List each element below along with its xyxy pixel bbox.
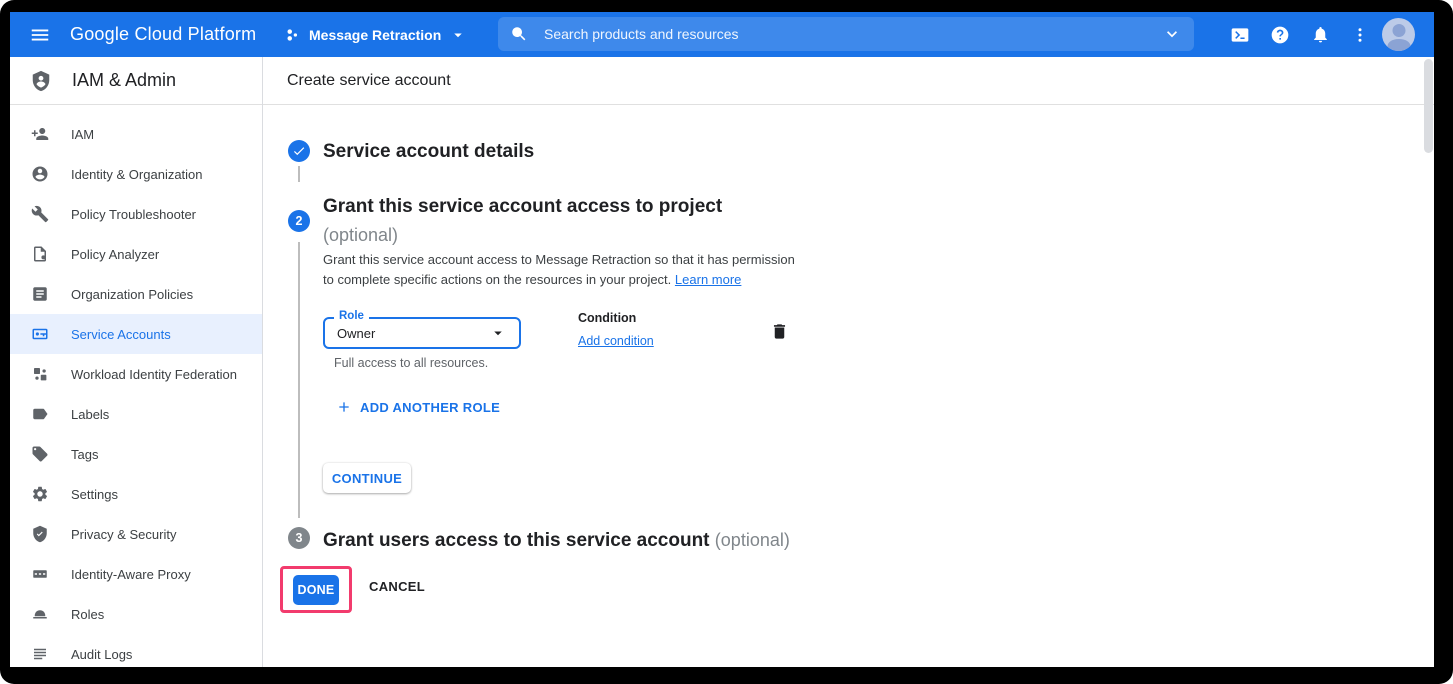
sidebar-item-label: Privacy & Security	[71, 527, 176, 542]
sidebar-item-label: Identity-Aware Proxy	[71, 567, 191, 582]
service-account-key-icon	[31, 325, 49, 343]
topbar-actions	[1220, 12, 1415, 57]
step3-optional-label: (optional)	[715, 530, 790, 550]
more-vertical-icon[interactable]	[1340, 12, 1380, 57]
scrollbar-thumb[interactable]	[1424, 59, 1433, 153]
document-gear-icon	[31, 245, 49, 263]
step2-title: Grant this service account access to pro…	[323, 193, 722, 250]
sidebar-item-privacy-security[interactable]: Privacy & Security	[10, 514, 262, 554]
sidebar-item-tags[interactable]: Tags	[10, 434, 262, 474]
continue-button[interactable]: CONTINUE	[323, 463, 411, 493]
sidebar-item-label: Roles	[71, 607, 104, 622]
add-condition-link[interactable]: Add condition	[578, 334, 654, 348]
sidebar-item-service-accounts[interactable]: Service Accounts	[10, 314, 262, 354]
list-lines-icon	[31, 645, 49, 663]
project-icon	[283, 26, 301, 44]
caret-down-icon	[449, 26, 467, 44]
sidebar-item-policy-analyzer[interactable]: Policy Analyzer	[10, 234, 262, 274]
search-icon	[510, 25, 528, 43]
role-help-text: Full access to all resources.	[334, 356, 488, 370]
notifications-bell-icon[interactable]	[1300, 12, 1340, 57]
gear-icon	[31, 485, 49, 503]
sidebar-item-identity-aware-proxy[interactable]: Identity-Aware Proxy	[10, 554, 262, 594]
sidebar-item-label: Tags	[71, 447, 98, 462]
iam-admin-sidebar: IAM & Admin IAM Identity & Organization Po…	[10, 57, 263, 667]
workload-identity-icon	[31, 365, 49, 383]
sidebar-item-label: Service Accounts	[71, 327, 171, 342]
learn-more-link[interactable]: Learn more	[675, 272, 741, 287]
annotation-highlight-box: DONE	[280, 566, 352, 613]
screenshot-frame: Google Cloud Platform Message Retraction	[0, 0, 1453, 684]
avatar-torso	[1387, 39, 1410, 51]
sidebar-item-settings[interactable]: Settings	[10, 474, 262, 514]
sidebar-item-label: Audit Logs	[71, 647, 132, 662]
sidebar-item-policy-troubleshooter[interactable]: Policy Troubleshooter	[10, 194, 262, 234]
step1-check-circle	[288, 140, 310, 162]
article-icon	[31, 285, 49, 303]
sidebar-title: IAM & Admin	[72, 70, 176, 91]
label-icon	[31, 405, 49, 423]
sidebar-item-label: Labels	[71, 407, 109, 422]
sidebar-item-label: Organization Policies	[71, 287, 193, 302]
condition-label: Condition	[578, 311, 636, 325]
sidebar-list: IAM Identity & Organization Policy Trouble…	[10, 105, 262, 667]
page-header: Create service account	[263, 57, 1434, 105]
tag-icon	[31, 445, 49, 463]
search-bar[interactable]	[498, 17, 1194, 51]
step2-optional-label: (optional)	[323, 225, 398, 245]
gcp-console-window: Google Cloud Platform Message Retraction	[10, 12, 1434, 667]
sidebar-item-labels[interactable]: Labels	[10, 394, 262, 434]
cloud-shell-icon[interactable]	[1220, 12, 1260, 57]
step2-number-circle: 2	[288, 210, 310, 232]
step-connector	[298, 242, 300, 518]
step-connector	[298, 166, 300, 182]
sidebar-item-identity-organization[interactable]: Identity & Organization	[10, 154, 262, 194]
step3-number-circle: 3	[288, 527, 310, 549]
person-add-icon	[31, 125, 49, 143]
top-app-bar: Google Cloud Platform Message Retraction	[10, 12, 1434, 57]
cancel-button[interactable]: CANCEL	[369, 571, 425, 601]
add-another-role-button[interactable]: ADD ANOTHER ROLE	[336, 399, 500, 415]
sidebar-item-organization-policies[interactable]: Organization Policies	[10, 274, 262, 314]
dropdown-caret-icon	[489, 324, 507, 342]
shield-check-icon	[31, 525, 49, 543]
project-name: Message Retraction	[309, 27, 441, 43]
step2-description: Grant this service account access to Mes…	[323, 250, 807, 290]
sidebar-item-label: IAM	[71, 127, 94, 142]
delete-role-trash-icon[interactable]	[768, 320, 790, 342]
step3-title: Grant users access to this service accou…	[323, 526, 790, 555]
hat-icon	[31, 605, 49, 623]
sidebar-item-label: Settings	[71, 487, 118, 502]
chevron-down-icon[interactable]	[1162, 24, 1182, 44]
avatar-head	[1392, 24, 1405, 37]
stepper-content: Service account details 2 Grant this ser…	[263, 105, 1434, 667]
page-title: Create service account	[287, 72, 451, 90]
account-circle-icon	[31, 165, 49, 183]
sidebar-item-label: Policy Analyzer	[71, 247, 159, 262]
iam-shield-icon	[30, 70, 52, 92]
sidebar-item-label: Identity & Organization	[71, 167, 203, 182]
role-field-label: Role	[334, 310, 369, 322]
sidebar-item-label: Workload Identity Federation	[71, 367, 237, 382]
done-button[interactable]: DONE	[293, 575, 339, 605]
main-panel: Create service account Service account d…	[263, 57, 1434, 667]
sidebar-item-label: Policy Troubleshooter	[71, 207, 196, 222]
proxy-icon	[31, 565, 49, 583]
sidebar-item-workload-identity-federation[interactable]: Workload Identity Federation	[10, 354, 262, 394]
account-avatar[interactable]	[1382, 18, 1415, 51]
sidebar-header: IAM & Admin	[10, 57, 262, 105]
step1-title: Service account details	[323, 138, 534, 166]
role-selected-value: Owner	[337, 326, 375, 341]
search-input[interactable]	[542, 25, 1162, 43]
plus-icon	[336, 399, 352, 415]
gcp-logo[interactable]: Google Cloud Platform	[70, 12, 256, 57]
sidebar-item-roles[interactable]: Roles	[10, 594, 262, 634]
hamburger-menu-icon[interactable]	[26, 12, 54, 57]
wrench-icon	[31, 205, 49, 223]
sidebar-item-iam[interactable]: IAM	[10, 114, 262, 154]
project-selector[interactable]: Message Retraction	[283, 12, 467, 57]
help-icon[interactable]	[1260, 12, 1300, 57]
sidebar-item-audit-logs[interactable]: Audit Logs	[10, 634, 262, 667]
